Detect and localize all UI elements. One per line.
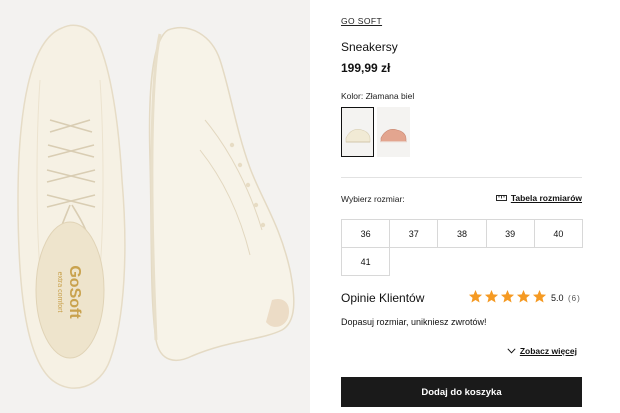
swatch-pink[interactable] <box>377 107 410 157</box>
star-icon <box>484 289 499 303</box>
insole-sublabel: extra comfort <box>56 272 63 313</box>
rating-value: 5.0 <box>551 293 564 303</box>
sneaker-thumbnail-icon <box>380 128 407 143</box>
rating-stars[interactable] <box>468 289 547 304</box>
size-option-37[interactable]: 37 <box>389 219 439 248</box>
size-grid: 36 37 38 39 40 41 <box>341 219 583 276</box>
insole-logo: GoSoft <box>66 265 83 319</box>
sneaker-thumbnail-icon <box>345 128 371 143</box>
swatch-off-white[interactable] <box>341 107 374 157</box>
reviews-title: Opinie Klientów <box>341 291 425 305</box>
sneaker-side-view <box>148 27 295 362</box>
see-more-link[interactable]: Zobacz więcej <box>507 346 577 356</box>
review-count[interactable]: (6) <box>568 294 581 303</box>
star-icon <box>500 289 515 303</box>
sneaker-top-view: GoSoft extra comfort <box>17 24 126 389</box>
see-more-label: Zobacz więcej <box>519 346 577 356</box>
size-option-36[interactable]: 36 <box>341 219 391 248</box>
size-option-41[interactable]: 41 <box>341 247 391 276</box>
star-icon <box>468 289 483 303</box>
size-label: Wybierz rozmiar: <box>341 194 405 204</box>
chevron-down-icon <box>507 348 516 354</box>
add-to-cart-button[interactable]: Dodaj do koszyka <box>341 377 582 407</box>
size-option-39[interactable]: 39 <box>485 219 535 248</box>
color-label: Kolor: Złamana biel <box>341 91 415 101</box>
size-chart-label: Tabela rozmiarów <box>510 193 582 203</box>
product-image[interactable]: GoSoft extra comfort <box>0 0 310 413</box>
color-swatches <box>341 107 410 157</box>
divider <box>341 177 582 178</box>
product-price: 199,99 zł <box>341 61 391 75</box>
size-option-40[interactable]: 40 <box>533 219 583 248</box>
size-chart-link[interactable]: Tabela rozmiarów <box>495 193 582 203</box>
product-details: GO SOFT Sneakersy 199,99 zł Kolor: Złama… <box>341 0 583 413</box>
sneaker-illustration: GoSoft extra comfort <box>17 24 295 389</box>
star-icon <box>516 289 531 303</box>
size-option-38[interactable]: 38 <box>437 219 487 248</box>
product-name: Sneakersy <box>341 40 398 54</box>
star-icon <box>532 289 547 303</box>
ruler-icon <box>495 195 507 201</box>
brand-link[interactable]: GO SOFT <box>341 16 382 26</box>
fit-hint: Dopasuj rozmiar, unikniesz zwrotów! <box>341 317 487 327</box>
